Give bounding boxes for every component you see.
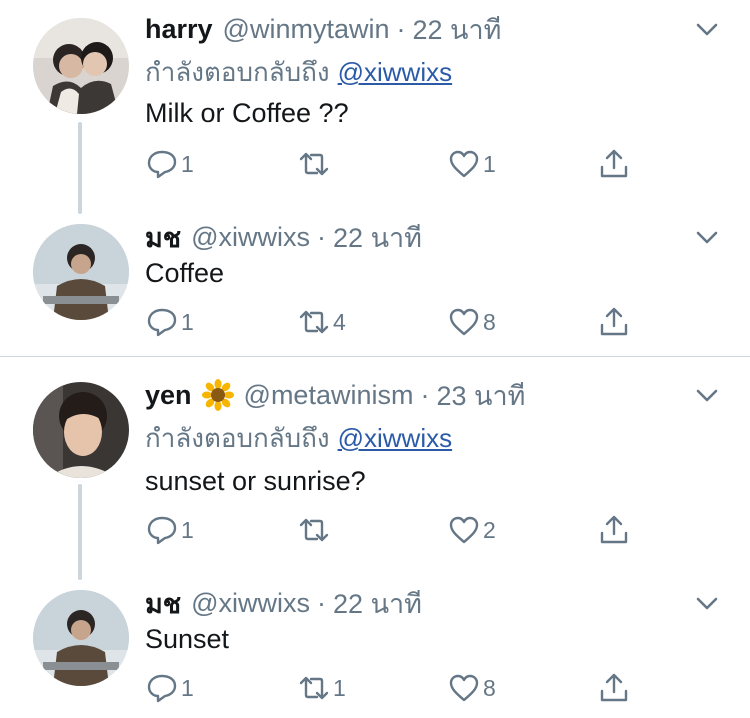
retweet-button[interactable]: 1 <box>297 670 346 706</box>
retweet-button[interactable] <box>297 146 333 182</box>
like-count: 2 <box>483 516 496 543</box>
display-name[interactable]: harry <box>145 14 213 45</box>
tweet-header: harry @winmytawin · 22 นาที <box>145 12 501 46</box>
avatar[interactable] <box>33 590 129 686</box>
heart-icon <box>449 150 479 178</box>
separator-dot: · <box>317 587 327 618</box>
tweet-text: Coffee <box>145 258 225 288</box>
tweet-actions: 1 1 <box>145 146 645 182</box>
thread-line <box>78 484 82 580</box>
mention-link[interactable]: @xiwwixs <box>338 57 453 87</box>
user-handle[interactable]: @xiwwixs <box>191 222 310 253</box>
tweet-text: Milk or Coffee ?? <box>145 98 349 128</box>
share-icon <box>600 149 628 178</box>
user-handle[interactable]: @metawinism <box>244 380 414 411</box>
tweet-header: มช @xiwwixs · 22 นาที <box>145 220 422 254</box>
reply-count: 1 <box>181 150 194 177</box>
retweet-button[interactable] <box>297 512 333 548</box>
retweet-count: 1 <box>333 674 346 701</box>
like-count: 1 <box>483 150 496 177</box>
reply-icon <box>147 308 177 337</box>
share-button[interactable] <box>597 146 631 182</box>
chevron-down-icon[interactable] <box>692 380 722 410</box>
heart-icon <box>449 516 479 544</box>
like-count: 8 <box>483 308 496 335</box>
thread-line <box>78 122 82 214</box>
like-count: 8 <box>483 674 496 701</box>
reply-button[interactable]: 1 <box>145 146 194 182</box>
timestamp[interactable]: 23 นาที <box>436 374 525 417</box>
share-icon <box>600 515 628 544</box>
avatar[interactable] <box>33 18 129 114</box>
like-button[interactable]: 8 <box>447 304 496 340</box>
timestamp[interactable]: 22 นาที <box>333 216 422 259</box>
reply-button[interactable]: 1 <box>145 670 194 706</box>
chevron-down-icon[interactable] <box>692 222 722 252</box>
tweet-header: yen @metawinism · 23 นาที <box>145 378 525 412</box>
separator-dot: · <box>396 13 406 44</box>
heart-icon <box>449 308 479 336</box>
timestamp[interactable]: 22 นาที <box>333 582 422 625</box>
sunflower-emoji <box>201 379 234 411</box>
tweet-text: sunset or sunrise? <box>145 466 366 496</box>
chevron-down-icon[interactable] <box>692 14 722 44</box>
retweet-icon <box>299 310 329 334</box>
replying-prefix: กำลังตอบกลับถึง <box>145 423 330 453</box>
share-button[interactable] <box>597 670 631 706</box>
user-handle[interactable]: @winmytawin <box>223 14 390 45</box>
replying-prefix: กำลังตอบกลับถึง <box>145 57 330 87</box>
chevron-down-icon[interactable] <box>692 588 722 618</box>
avatar[interactable] <box>33 224 129 320</box>
replying-to: กำลังตอบกลับถึง @xiwwixs <box>145 418 452 459</box>
share-icon <box>600 673 628 702</box>
tweet-actions: 1 4 8 <box>145 304 645 340</box>
retweet-icon <box>299 676 329 700</box>
separator-dot: · <box>420 379 430 410</box>
reply-button[interactable]: 1 <box>145 512 194 548</box>
reply-icon <box>147 516 177 545</box>
like-button[interactable]: 2 <box>447 512 496 548</box>
tweet-actions: 1 1 8 <box>145 670 645 706</box>
tweet-text: Sunset <box>145 624 230 654</box>
reply-count: 1 <box>181 308 194 335</box>
tweet-header: มช @xiwwixs · 22 นาที <box>145 586 422 620</box>
display-name[interactable]: มช <box>145 582 181 625</box>
display-name[interactable]: yen <box>145 380 192 411</box>
tweet-actions: 1 2 <box>145 512 645 548</box>
heart-icon <box>449 674 479 702</box>
share-button[interactable] <box>597 512 631 548</box>
share-button[interactable] <box>597 304 631 340</box>
thread-divider <box>0 356 750 357</box>
retweet-icon <box>299 152 329 176</box>
display-name[interactable]: มช <box>145 216 181 259</box>
avatar[interactable] <box>33 382 129 478</box>
user-handle[interactable]: @xiwwixs <box>191 588 310 619</box>
share-icon <box>600 307 628 336</box>
reply-count: 1 <box>181 674 194 701</box>
timestamp[interactable]: 22 นาที <box>413 8 502 51</box>
reply-count: 1 <box>181 516 194 543</box>
retweet-icon <box>299 518 329 542</box>
reply-icon <box>147 150 177 179</box>
reply-button[interactable]: 1 <box>145 304 194 340</box>
reply-icon <box>147 674 177 703</box>
like-button[interactable]: 8 <box>447 670 496 706</box>
retweet-button[interactable]: 4 <box>297 304 346 340</box>
mention-link[interactable]: @xiwwixs <box>338 423 453 453</box>
like-button[interactable]: 1 <box>447 146 496 182</box>
separator-dot: · <box>317 221 327 252</box>
replying-to: กำลังตอบกลับถึง @xiwwixs <box>145 52 452 93</box>
retweet-count: 4 <box>333 308 346 335</box>
